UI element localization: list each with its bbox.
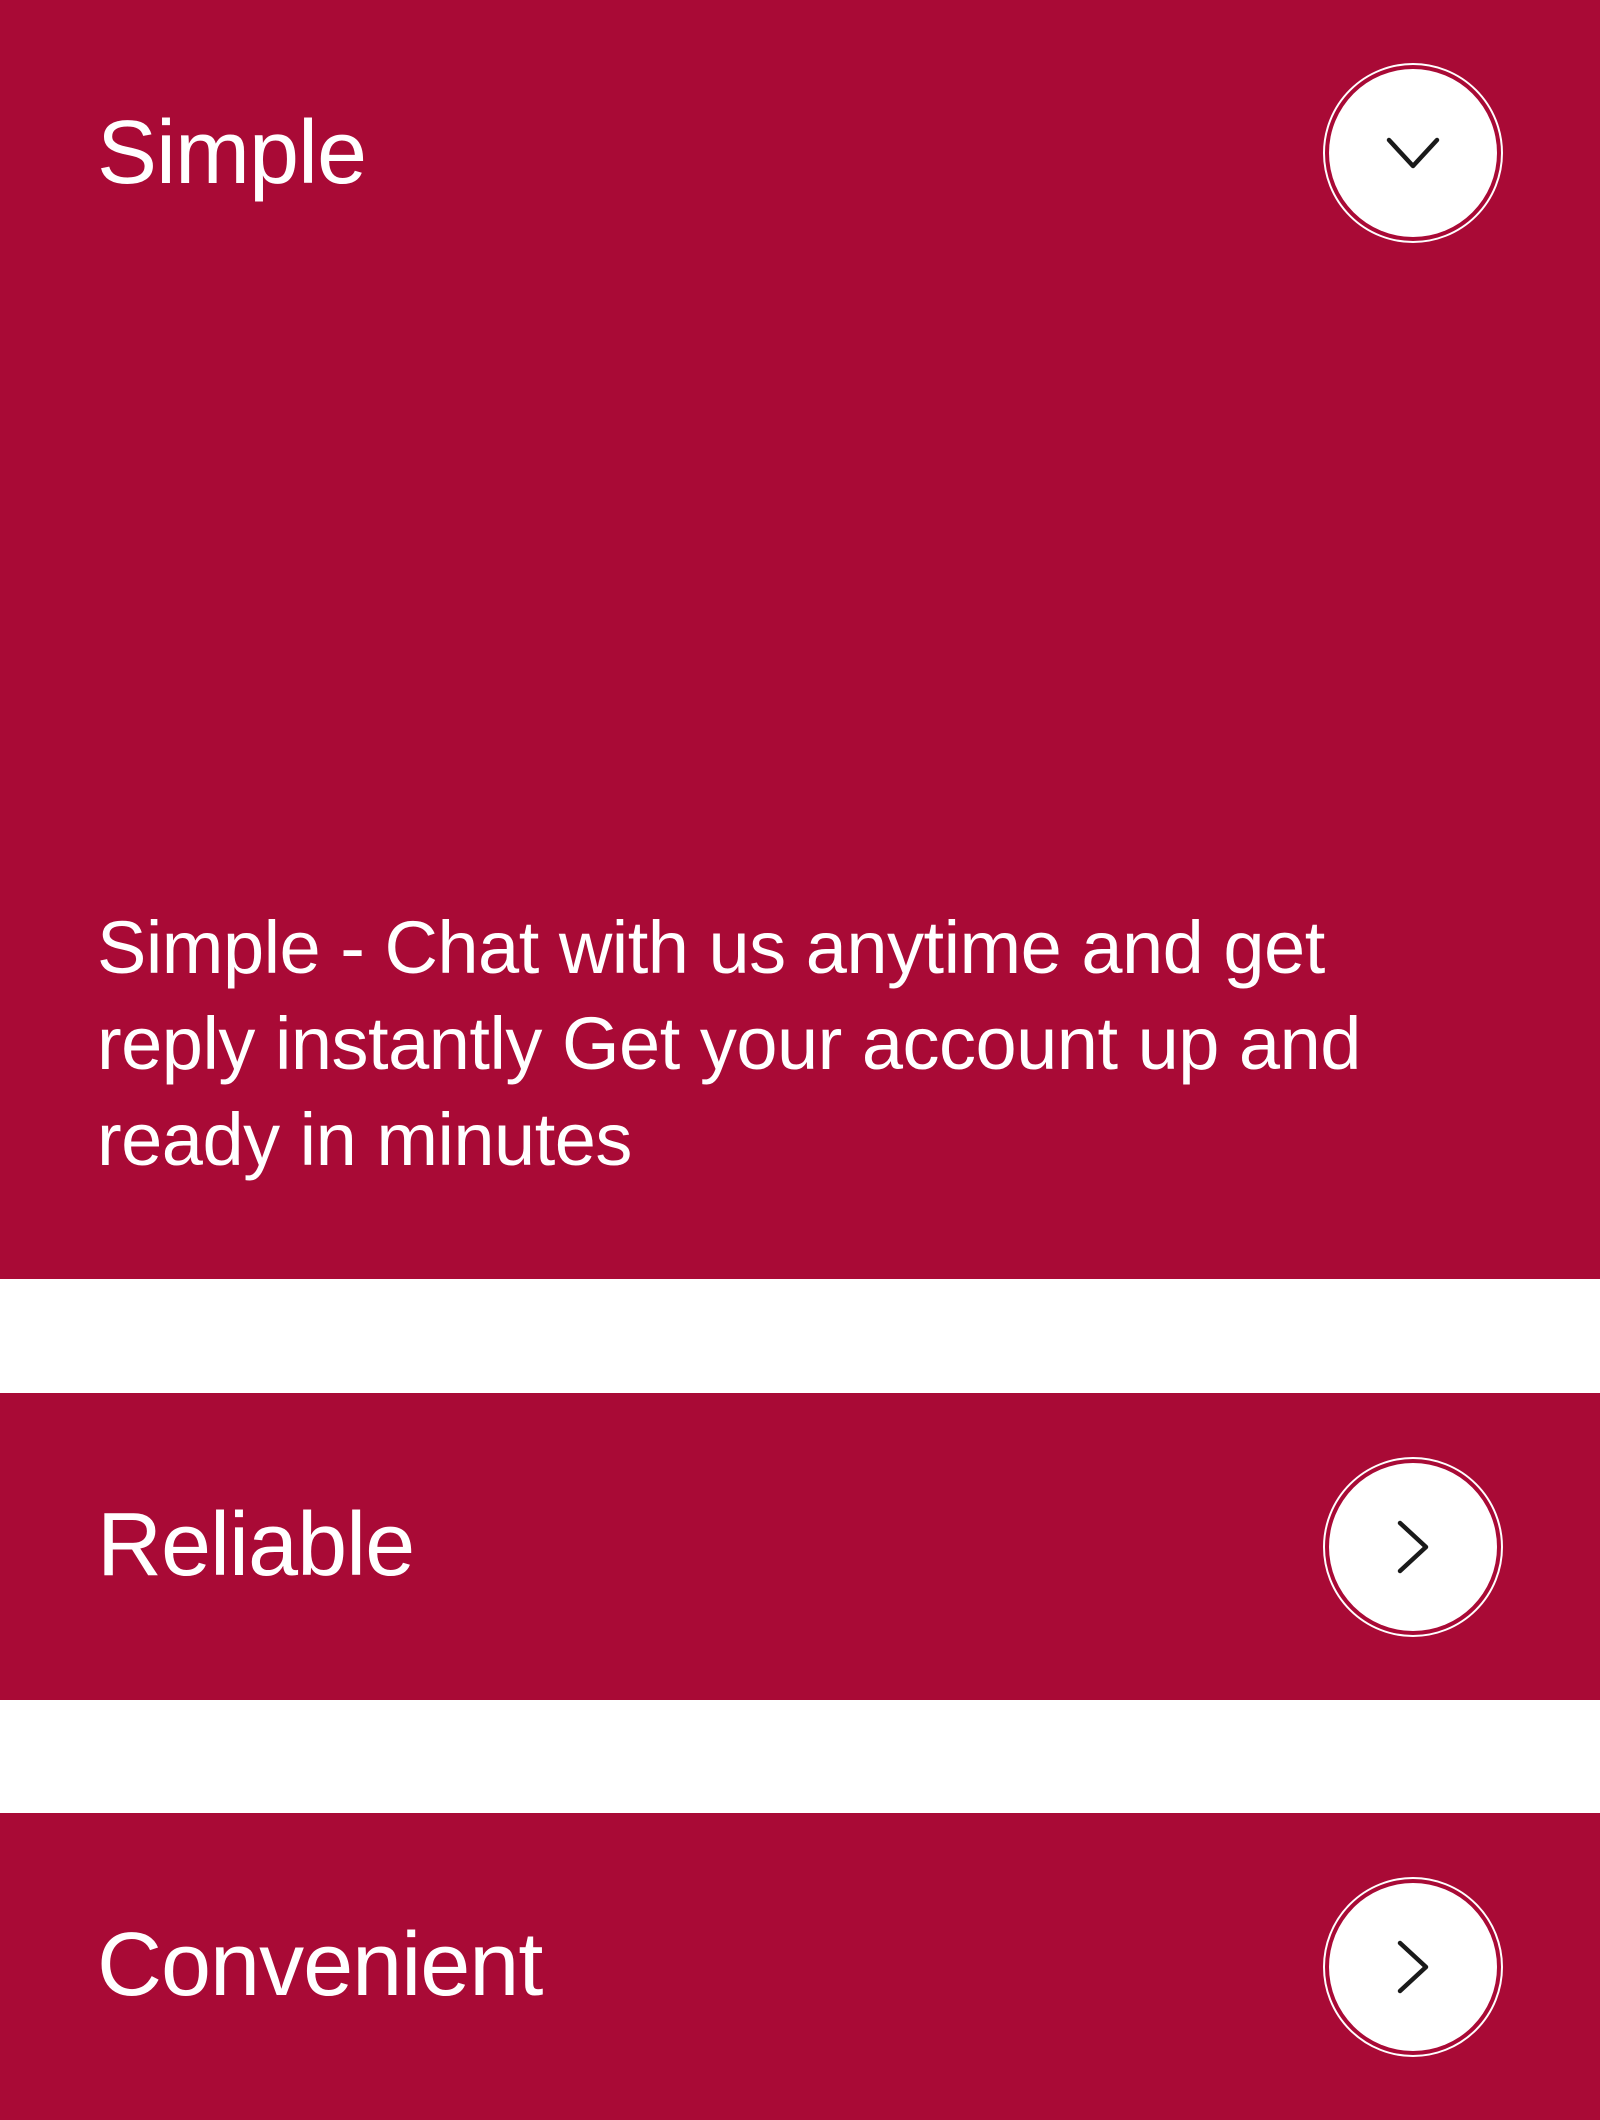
accordion: Simple Simple - Chat with us anytime and… [0, 0, 1600, 2120]
chevron-down-icon [1386, 137, 1440, 169]
accordion-item-body: Simple - Chat with us anytime and get re… [97, 906, 1361, 1181]
accordion-toggle-button[interactable] [1323, 1877, 1503, 2057]
accordion-item-convenient[interactable]: Convenient [0, 1813, 1600, 2120]
toggle-circle [1329, 69, 1497, 237]
toggle-circle [1329, 1463, 1497, 1631]
accordion-toggle-button[interactable] [1323, 1457, 1503, 1637]
toggle-circle [1329, 1883, 1497, 2051]
accordion-item-simple[interactable]: Simple Simple - Chat with us anytime and… [0, 0, 1600, 1279]
chevron-right-icon [1397, 1940, 1429, 1994]
accordion-toggle-button[interactable] [1323, 63, 1503, 243]
chevron-right-icon [1397, 1520, 1429, 1574]
accordion-item-title: Convenient [97, 1915, 543, 2015]
accordion-item-title: Reliable [97, 1495, 415, 1595]
accordion-item-title: Simple [97, 103, 367, 203]
accordion-item-reliable[interactable]: Reliable [0, 1393, 1600, 1700]
